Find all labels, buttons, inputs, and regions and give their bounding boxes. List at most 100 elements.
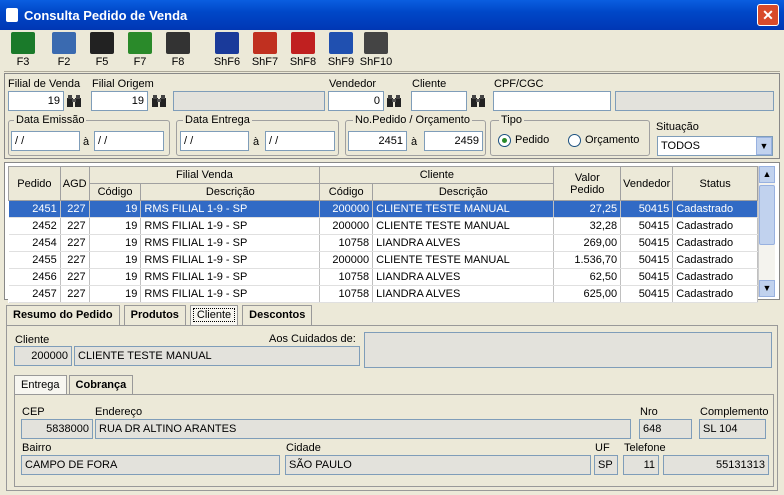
- toolbar-button-shf9[interactable]: ShF9: [321, 30, 361, 70]
- filial-venda-label: Filial de Venda: [8, 78, 81, 90]
- cell-cdesc: LIANDRA ALVES: [372, 285, 555, 303]
- cell-ccod: 10758: [319, 234, 374, 252]
- tipo-label: Tipo: [499, 114, 524, 126]
- filial-origem-label: Filial Origem: [92, 78, 154, 90]
- toolbar-divider: [4, 71, 780, 72]
- binoculars-icon[interactable]: [470, 93, 486, 112]
- close-button[interactable]: ✕: [757, 4, 779, 26]
- complemento-label: Complemento: [700, 406, 769, 418]
- toolbar-button-shf7[interactable]: ShF7: [245, 30, 285, 70]
- binoculars-icon[interactable]: [151, 93, 167, 112]
- scroll-down-icon[interactable]: ▼: [759, 280, 775, 297]
- cell-fdesc: RMS FILIAL 1-9 - SP: [140, 268, 321, 286]
- nro-field: 648: [639, 419, 692, 439]
- telefone-field: 55131313: [663, 455, 769, 475]
- col-cliente-codigo[interactable]: Código: [319, 183, 374, 201]
- binoculars-icon[interactable]: [66, 93, 82, 112]
- cell-pedido: 2452: [8, 217, 61, 235]
- no-pedido-to[interactable]: 2459: [424, 131, 483, 151]
- scroll-up-icon[interactable]: ▲: [759, 166, 775, 183]
- cell-cdesc: CLIENTE TESTE MANUAL: [372, 217, 555, 235]
- toolbar-button-shf10[interactable]: ShF10: [356, 30, 396, 70]
- cell-fcod: 19: [89, 200, 142, 218]
- cpf-input[interactable]: [493, 91, 611, 111]
- tab-resumo[interactable]: Resumo do Pedido: [6, 305, 120, 325]
- col-filial-codigo[interactable]: Código: [88, 183, 142, 201]
- cell-status: Cadastrado: [672, 268, 758, 286]
- exit-door-icon: [11, 32, 35, 54]
- cell-fcod: 19: [89, 217, 142, 235]
- col-valor[interactable]: Valor Pedido: [553, 166, 622, 201]
- cell-agd: 227: [60, 234, 90, 252]
- cell-pedido: 2451: [8, 200, 61, 218]
- cell-valor: 27,25: [553, 200, 622, 218]
- col-vendedor[interactable]: Vendedor: [620, 166, 674, 201]
- toolbar-key-label: F3: [16, 56, 30, 68]
- col-filial-descricao[interactable]: Descrição: [140, 183, 321, 201]
- filial-venda-input[interactable]: 19: [8, 91, 64, 111]
- tipo-pedido-radio[interactable]: [498, 134, 511, 147]
- data-entrega-to[interactable]: / /: [265, 131, 335, 151]
- window-title: Consulta Pedido de Venda: [24, 8, 188, 23]
- table-row[interactable]: 2455 227 19 RMS FILIAL 1-9 - SP 200000 CLIENT…: [8, 251, 758, 269]
- cell-pedido: 2454: [8, 234, 61, 252]
- chart-icon: [128, 32, 152, 54]
- vendedor-input[interactable]: 0: [328, 91, 384, 111]
- toolbar-key-label: ShF7: [251, 56, 279, 68]
- binoculars-icon[interactable]: [386, 93, 402, 112]
- toolbar-button-shf8[interactable]: ShF8: [283, 30, 323, 70]
- cep-label: CEP: [22, 406, 45, 418]
- cpf-desc: [615, 91, 774, 111]
- subtab-cobranca[interactable]: Cobrança: [68, 375, 134, 395]
- toolbar-button-f3[interactable]: F3: [3, 30, 43, 70]
- uf-field: SP: [594, 455, 618, 475]
- cell-vend: 50415: [620, 234, 674, 252]
- cell-agd: 227: [60, 251, 90, 269]
- no-pedido-from[interactable]: 2451: [348, 131, 407, 151]
- col-agd[interactable]: AGD: [59, 166, 90, 201]
- cell-fdesc: RMS FILIAL 1-9 - SP: [140, 234, 321, 252]
- table-row[interactable]: 2456 227 19 RMS FILIAL 1-9 - SP 10758 LIANDRA…: [8, 268, 758, 286]
- col-status[interactable]: Status: [672, 166, 758, 201]
- data-emissao-to[interactable]: / /: [94, 131, 164, 151]
- tab-cliente[interactable]: Cliente: [189, 305, 239, 325]
- toolbar-key-label: ShF9: [327, 56, 355, 68]
- col-pedido[interactable]: Pedido: [8, 166, 61, 201]
- toolbar-button-f5[interactable]: F5: [82, 30, 122, 70]
- chevron-down-icon[interactable]: ▼: [756, 137, 772, 155]
- cell-agd: 227: [60, 268, 90, 286]
- toolbar-button-f8[interactable]: F8: [158, 30, 198, 70]
- cell-status: Cadastrado: [672, 234, 758, 252]
- table-row[interactable]: 2452 227 19 RMS FILIAL 1-9 - SP 200000 CLIENT…: [8, 217, 758, 235]
- data-emissao-from[interactable]: / /: [11, 131, 80, 151]
- table-row[interactable]: 2451 227 19 RMS FILIAL 1-9 - SP 200000 CLIENT…: [8, 200, 758, 218]
- printer-icon: [166, 32, 190, 54]
- col-cliente-descricao[interactable]: Descrição: [372, 183, 555, 201]
- tipo-pedido-label: Pedido: [515, 134, 550, 146]
- data-entrega-from[interactable]: / /: [180, 131, 249, 151]
- range-separator: à: [411, 136, 418, 148]
- tab-descontos[interactable]: Descontos: [242, 305, 313, 325]
- table-row[interactable]: 2457 227 19 RMS FILIAL 1-9 - SP 10758 LIANDRA…: [8, 285, 758, 303]
- grid-scrollbar[interactable]: ▲ ▼: [758, 166, 775, 297]
- tab-produtos[interactable]: Produtos: [123, 305, 186, 325]
- toolbar-button-f2[interactable]: F2: [44, 30, 84, 70]
- filial-origem-input[interactable]: 19: [91, 91, 148, 111]
- ddd-field: 11: [623, 455, 659, 475]
- scroll-thumb[interactable]: [759, 185, 775, 245]
- cliente-codigo-field: 200000: [14, 346, 72, 366]
- cell-ccod: 10758: [319, 268, 374, 286]
- table-row[interactable]: 2454 227 19 RMS FILIAL 1-9 - SP 10758 LIANDRA…: [8, 234, 758, 252]
- cell-status: Cadastrado: [672, 285, 758, 303]
- toolbar-button-shf6[interactable]: ShF6: [207, 30, 247, 70]
- cliente-section-label: Cliente: [15, 334, 50, 346]
- cell-vend: 50415: [620, 251, 674, 269]
- monitor-icon: [329, 32, 353, 54]
- subtab-entrega[interactable]: Entrega: [14, 375, 67, 395]
- lock-icon: [364, 32, 388, 54]
- toolbar-button-f7[interactable]: F7: [120, 30, 160, 70]
- cliente-input[interactable]: [411, 91, 467, 111]
- cell-fdesc: RMS FILIAL 1-9 - SP: [140, 200, 321, 218]
- cell-fdesc: RMS FILIAL 1-9 - SP: [140, 251, 321, 269]
- tipo-orcamento-radio[interactable]: [568, 134, 581, 147]
